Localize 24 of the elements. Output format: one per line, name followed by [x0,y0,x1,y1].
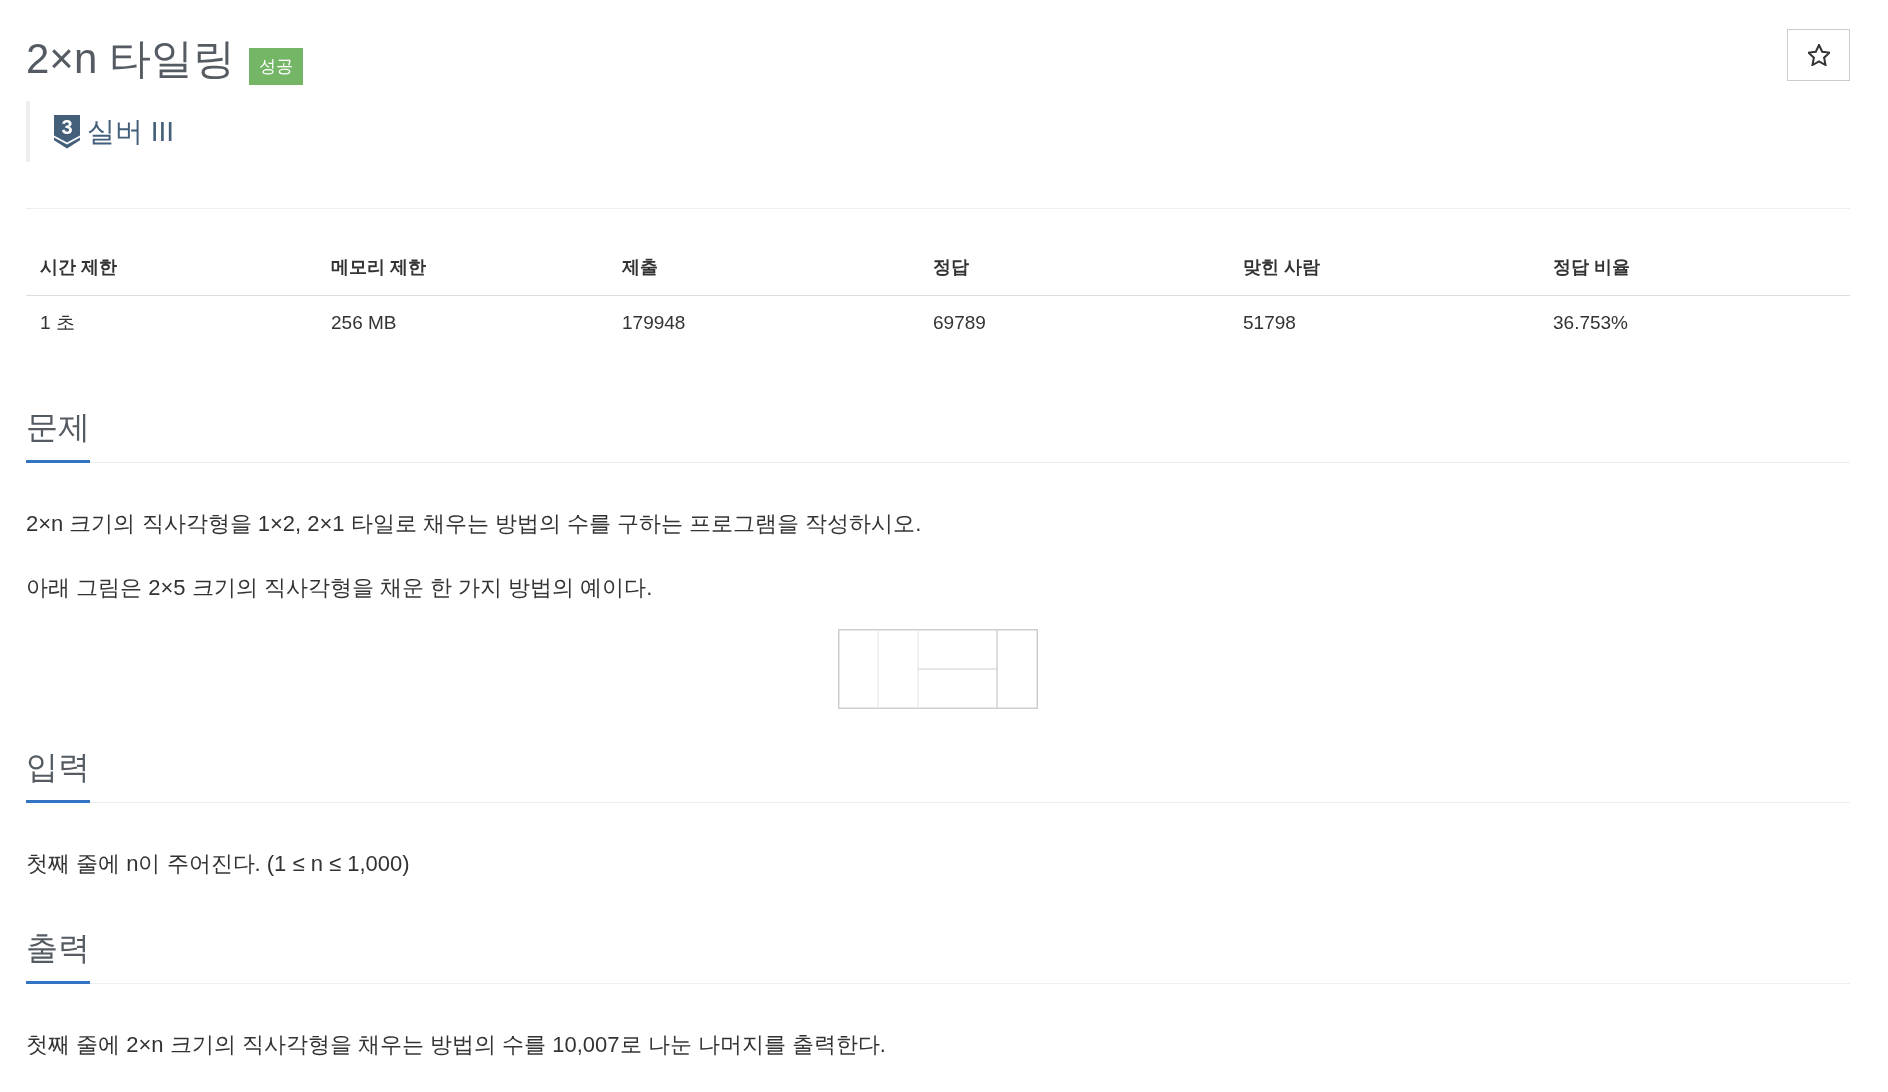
favorite-button[interactable] [1787,29,1850,81]
paragraph: 첫째 줄에 n이 주어진다. (1 ≤ n ≤ 1,000) [26,850,411,878]
table-cell-text: 36.753% [1552,311,1629,335]
table-cell-text: 69789 [932,311,987,335]
section-heading: 문제 [26,407,90,463]
table-header: 정답 [919,240,1229,296]
paragraph: 아래 그림은 2×5 크기의 직사각형을 채운 한 가지 방법의 예이다. [26,574,654,602]
table-header: 제출 [608,240,919,296]
result-badge: 성공 [248,48,303,85]
tier-badge: 3 [54,114,80,149]
table-header: 시간 제한 [26,240,317,296]
section-heading: 출력 [26,928,90,984]
paragraph: 2×n 크기의 직사각형을 1×2, 2×1 타일로 채우는 방법의 수를 구하는 프로그램을 작성하시오. [26,510,923,538]
table-cell-text: 1 초 [39,311,76,335]
table-cell-text: 179948 [621,311,687,335]
table-cell-text: 256 MB [330,311,398,335]
table-header: 맞힌 사람 [1229,240,1539,296]
paragraph: 첫째 줄에 2×n 크기의 직사각형을 채우는 방법의 수를 10,007로 나눈 나머지를 출력한다. [26,1031,887,1059]
table-header: 정답 비율 [1539,240,1850,296]
section-heading: 입력 [26,747,90,803]
problem-title: 2×n 타일링 [26,35,235,83]
table-header: 메모리 제한 [317,240,608,296]
tier-label: 실버 III [87,114,175,149]
table-cell-text: 51798 [1242,311,1297,335]
